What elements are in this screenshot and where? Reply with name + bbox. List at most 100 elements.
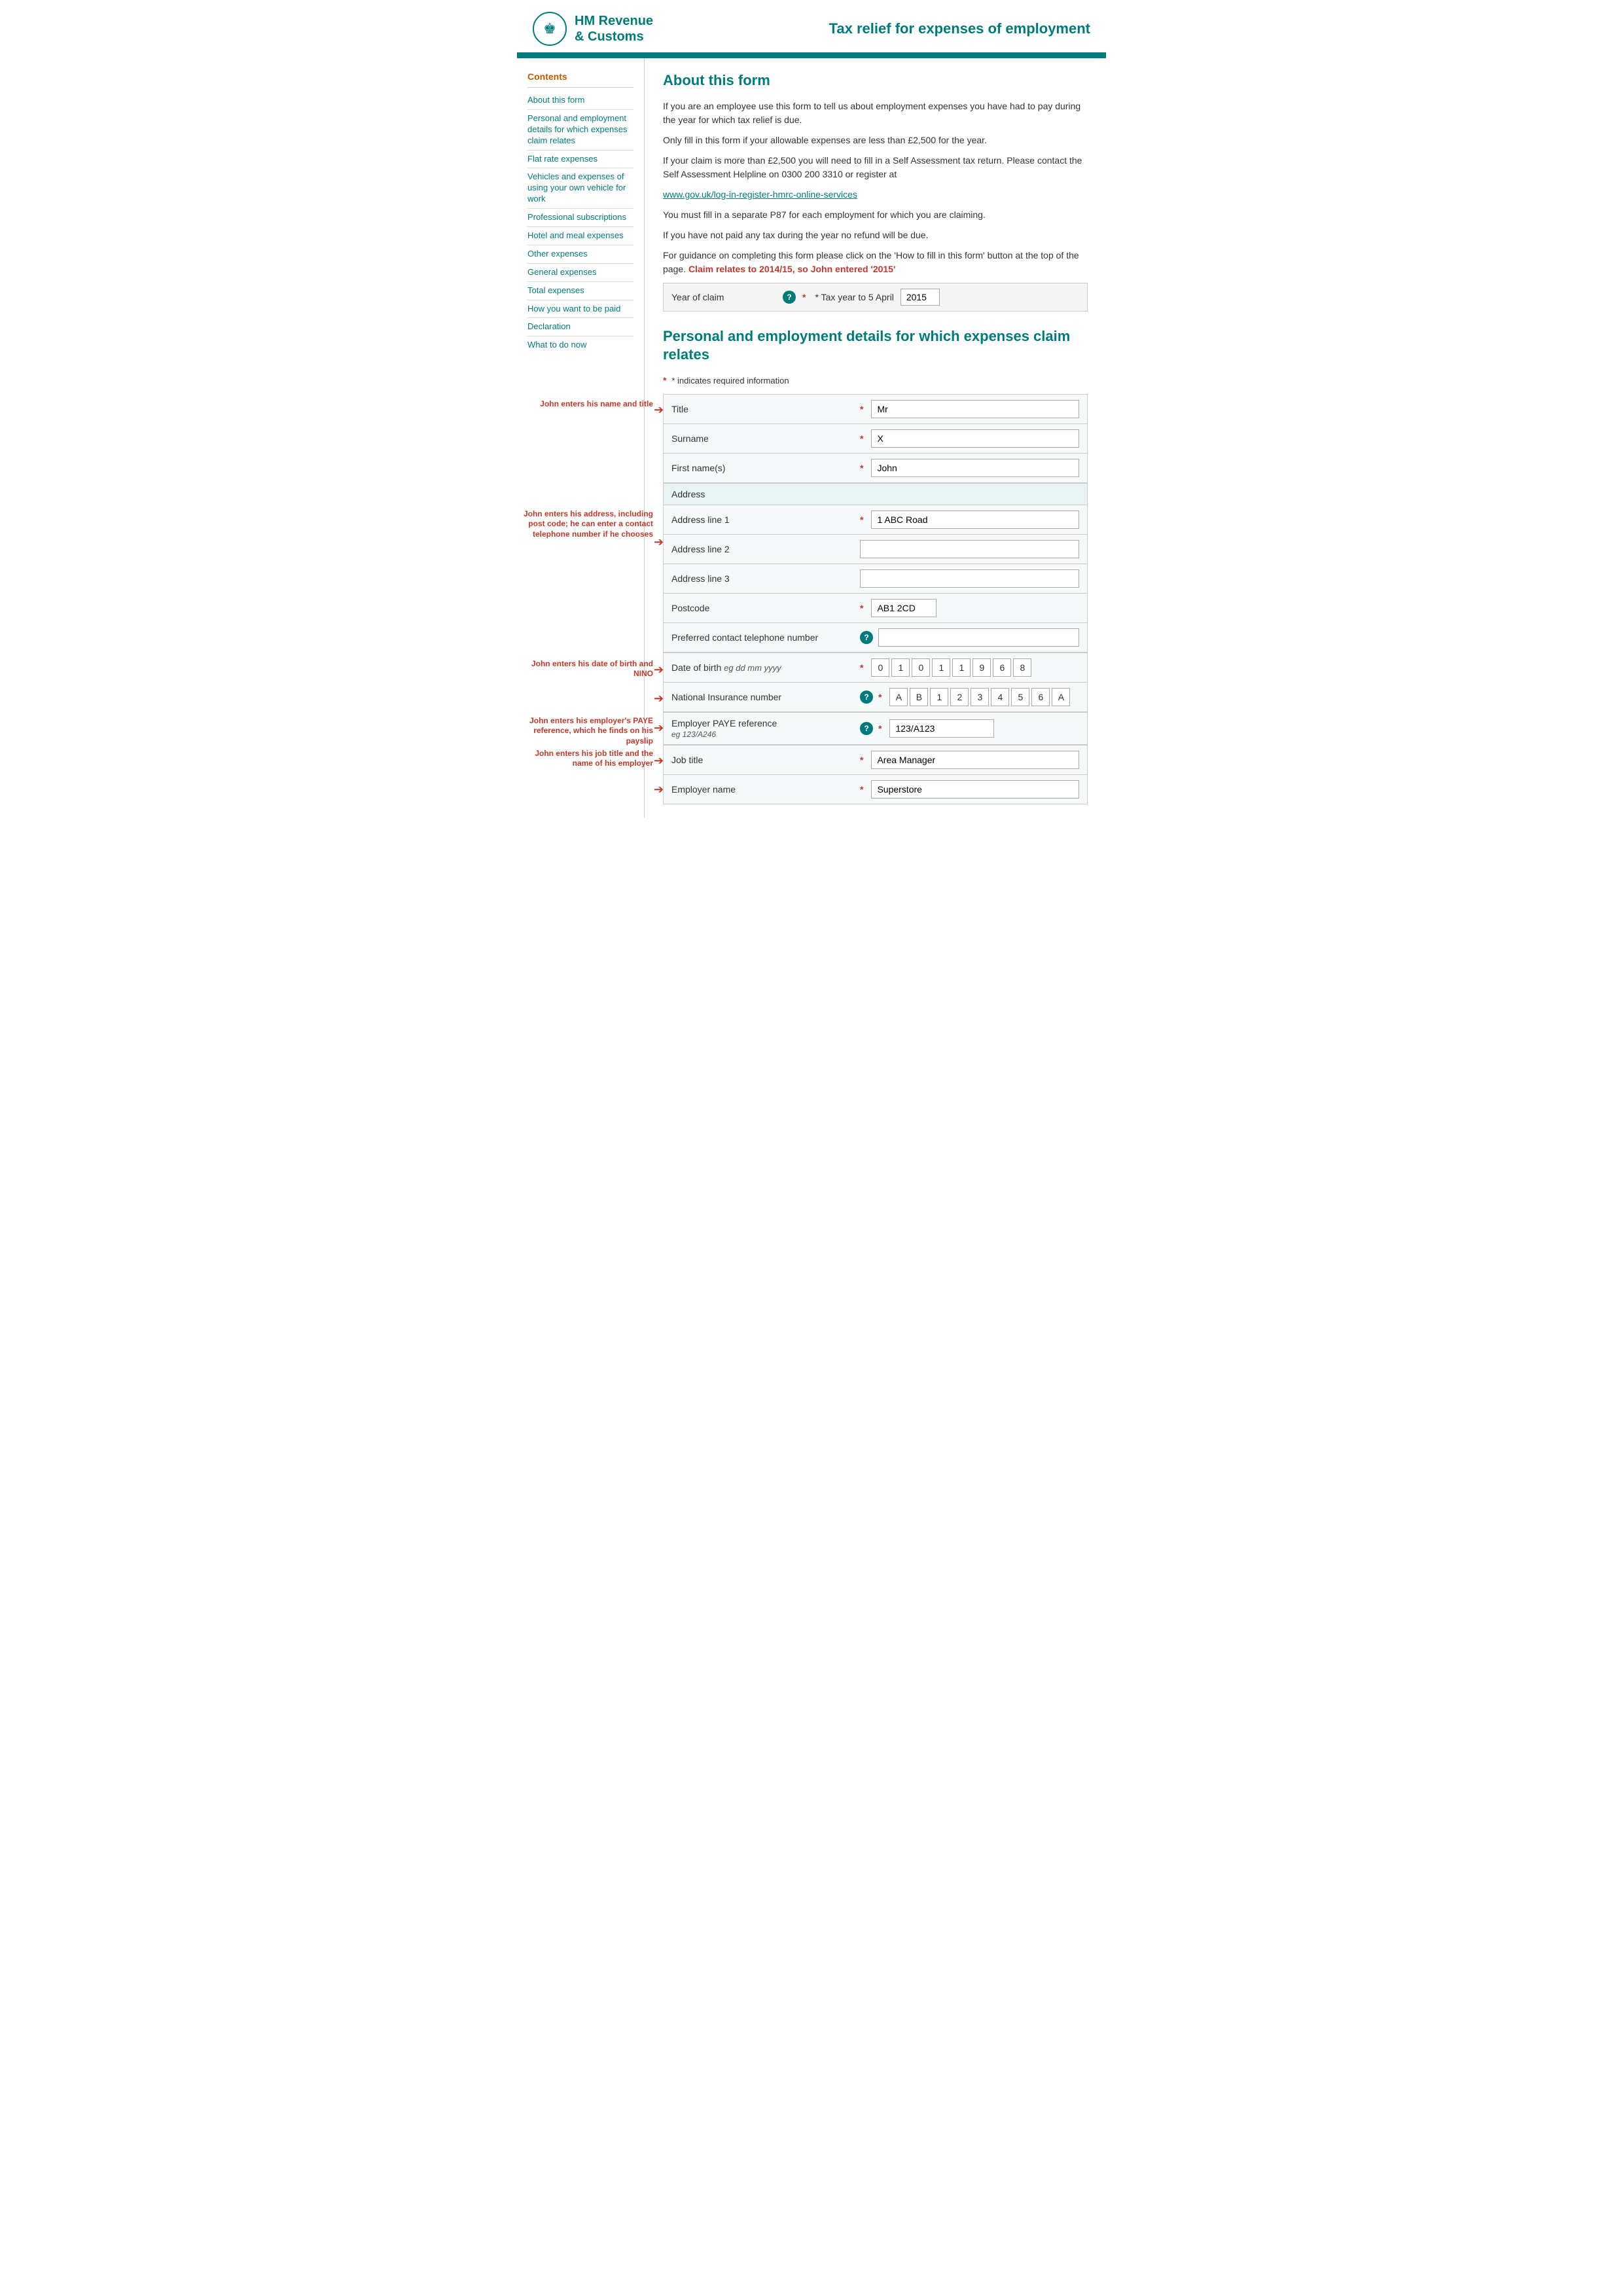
address2-row: Address line 2 — [663, 534, 1088, 564]
dob-label: Date of birth eg dd mm yyyy — [671, 662, 855, 673]
job-title-label: Job title — [671, 755, 855, 765]
nino-box-3[interactable]: 1 — [930, 688, 948, 706]
about-link[interactable]: www.gov.uk/log-in-register-hmrc-online-s… — [663, 188, 1088, 202]
nino-help-icon[interactable]: ? — [860, 691, 873, 704]
dob-box-8[interactable]: 8 — [1013, 658, 1031, 677]
job-employer-wrapper: John enters his job title and the name o… — [663, 745, 1088, 804]
sidebar-item-what-to-do[interactable]: What to do now — [527, 336, 633, 354]
job-title-input[interactable] — [871, 751, 1079, 769]
phone-help-icon[interactable]: ? — [860, 631, 873, 644]
personal-heading: Personal and employment details for whic… — [663, 327, 1088, 365]
dob-boxes: 0 1 0 1 1 9 6 8 — [871, 658, 1031, 677]
employer-name-input[interactable] — [871, 780, 1079, 798]
about-section: About this form If you are an employee u… — [663, 71, 1088, 312]
main-layout: Contents About this form Personal and em… — [517, 58, 1106, 817]
annotation-address: John enters his address, including post … — [522, 509, 653, 540]
arrow-dob: ➔ — [654, 663, 664, 677]
nino-box-8[interactable]: 6 — [1031, 688, 1050, 706]
logo-area: ♚ HM Revenue & Customs — [533, 12, 653, 46]
tax-year-input[interactable] — [901, 289, 940, 306]
dob-box-2[interactable]: 1 — [891, 658, 910, 677]
firstname-label: First name(s) — [671, 463, 855, 473]
page-title: Tax relief for expenses of employment — [829, 20, 1090, 37]
paye-wrapper: John enters his employer's PAYE referenc… — [663, 712, 1088, 745]
year-claim-row: Year of claim ? * * Tax year to 5 April — [663, 283, 1088, 312]
nino-box-1[interactable]: A — [889, 688, 908, 706]
nino-box-4[interactable]: 2 — [950, 688, 969, 706]
firstname-input[interactable] — [871, 459, 1079, 477]
arrow-nino: ➔ — [654, 692, 664, 706]
sidebar-item-flat-rate[interactable]: Flat rate expenses — [527, 151, 633, 169]
paye-help-icon[interactable]: ? — [860, 722, 873, 735]
phone-input[interactable] — [878, 628, 1079, 647]
sidebar-item-personal[interactable]: Personal and employment details for whic… — [527, 110, 633, 151]
crown-logo: ♚ — [533, 12, 567, 46]
claim-highlight: Claim relates to 2014/15, so John entere… — [688, 264, 895, 274]
arrow-job: ➔ — [654, 754, 664, 768]
sidebar-item-vehicles[interactable]: Vehicles and expenses of using your own … — [527, 168, 633, 209]
sidebar-item-other-expenses[interactable]: Other expenses — [527, 245, 633, 264]
annotation-name-title: John enters his name and title — [522, 399, 653, 410]
address3-input[interactable] — [860, 569, 1079, 588]
surname-label: Surname — [671, 433, 855, 444]
sidebar-item-hotel-meals[interactable]: Hotel and meal expenses — [527, 227, 633, 245]
year-claim-label: Year of claim — [671, 292, 776, 302]
paye-input[interactable] — [889, 719, 994, 738]
address-wrapper: John enters his address, including post … — [663, 483, 1088, 653]
arrow-employer: ➔ — [654, 783, 664, 797]
dob-box-7[interactable]: 6 — [993, 658, 1011, 677]
sidebar-contents-label: Contents — [527, 71, 633, 82]
address2-label: Address line 2 — [671, 544, 855, 554]
nino-box-9[interactable]: A — [1052, 688, 1070, 706]
dob-box-6[interactable]: 9 — [972, 658, 991, 677]
employer-name-label: Employer name — [671, 784, 855, 795]
postcode-input[interactable] — [871, 599, 936, 617]
arrow-paye: ➔ — [654, 721, 664, 735]
sidebar-item-how-paid[interactable]: How you want to be paid — [527, 300, 633, 319]
address1-input[interactable] — [871, 511, 1079, 529]
surname-input[interactable] — [871, 429, 1079, 448]
dob-box-1[interactable]: 0 — [871, 658, 889, 677]
title-row: Title * — [663, 394, 1088, 423]
arrow-address: ➔ — [654, 535, 664, 549]
sidebar: Contents About this form Personal and em… — [517, 58, 645, 817]
year-required-star: * — [802, 292, 806, 302]
paye-label: Employer PAYE reference eg 123/A246 — [671, 718, 855, 739]
about-para-5: If you have not paid any tax during the … — [663, 228, 1088, 242]
arrow-name-title: ➔ — [654, 403, 664, 417]
personal-section: Personal and employment details for whic… — [663, 327, 1088, 804]
nino-boxes: A B 1 2 3 4 5 6 A — [889, 688, 1070, 706]
phone-label: Preferred contact telephone number — [671, 632, 855, 643]
tax-year-label: * Tax year to 5 April — [815, 292, 893, 302]
dob-box-3[interactable]: 0 — [912, 658, 930, 677]
surname-row: Surname * — [663, 423, 1088, 453]
postcode-row: Postcode * — [663, 593, 1088, 622]
nino-box-2[interactable]: B — [910, 688, 928, 706]
address3-row: Address line 3 — [663, 564, 1088, 593]
address3-label: Address line 3 — [671, 573, 855, 584]
sidebar-item-about-form[interactable]: About this form — [527, 92, 633, 110]
postcode-label: Postcode — [671, 603, 855, 613]
address2-input[interactable] — [860, 540, 1079, 558]
employer-name-row: Employer name * — [663, 774, 1088, 804]
nino-box-6[interactable]: 4 — [991, 688, 1009, 706]
title-input[interactable] — [871, 400, 1079, 418]
sidebar-item-declaration[interactable]: Declaration — [527, 318, 633, 336]
nino-box-5[interactable]: 3 — [971, 688, 989, 706]
dob-box-5[interactable]: 1 — [952, 658, 971, 677]
address-header-label: Address — [671, 489, 855, 499]
about-heading: About this form — [663, 71, 1088, 90]
sidebar-item-total-expenses[interactable]: Total expenses — [527, 282, 633, 300]
paye-row: Employer PAYE reference eg 123/A246 ? * — [663, 712, 1088, 745]
about-para-2: Only fill in this form if your allowable… — [663, 134, 1088, 147]
nino-row: National Insurance number ? * A B 1 2 3 … — [663, 682, 1088, 712]
header: ♚ HM Revenue & Customs Tax relief for ex… — [517, 0, 1106, 58]
sidebar-item-professional-subs[interactable]: Professional subscriptions — [527, 209, 633, 227]
dob-box-4[interactable]: 1 — [932, 658, 950, 677]
sidebar-item-general-expenses[interactable]: General expenses — [527, 264, 633, 282]
year-help-icon[interactable]: ? — [783, 291, 796, 304]
about-para-4: You must fill in a separate P87 for each… — [663, 208, 1088, 222]
dob-row: Date of birth eg dd mm yyyy * 0 1 0 1 1 … — [663, 653, 1088, 682]
title-label: Title — [671, 404, 855, 414]
nino-box-7[interactable]: 5 — [1011, 688, 1029, 706]
